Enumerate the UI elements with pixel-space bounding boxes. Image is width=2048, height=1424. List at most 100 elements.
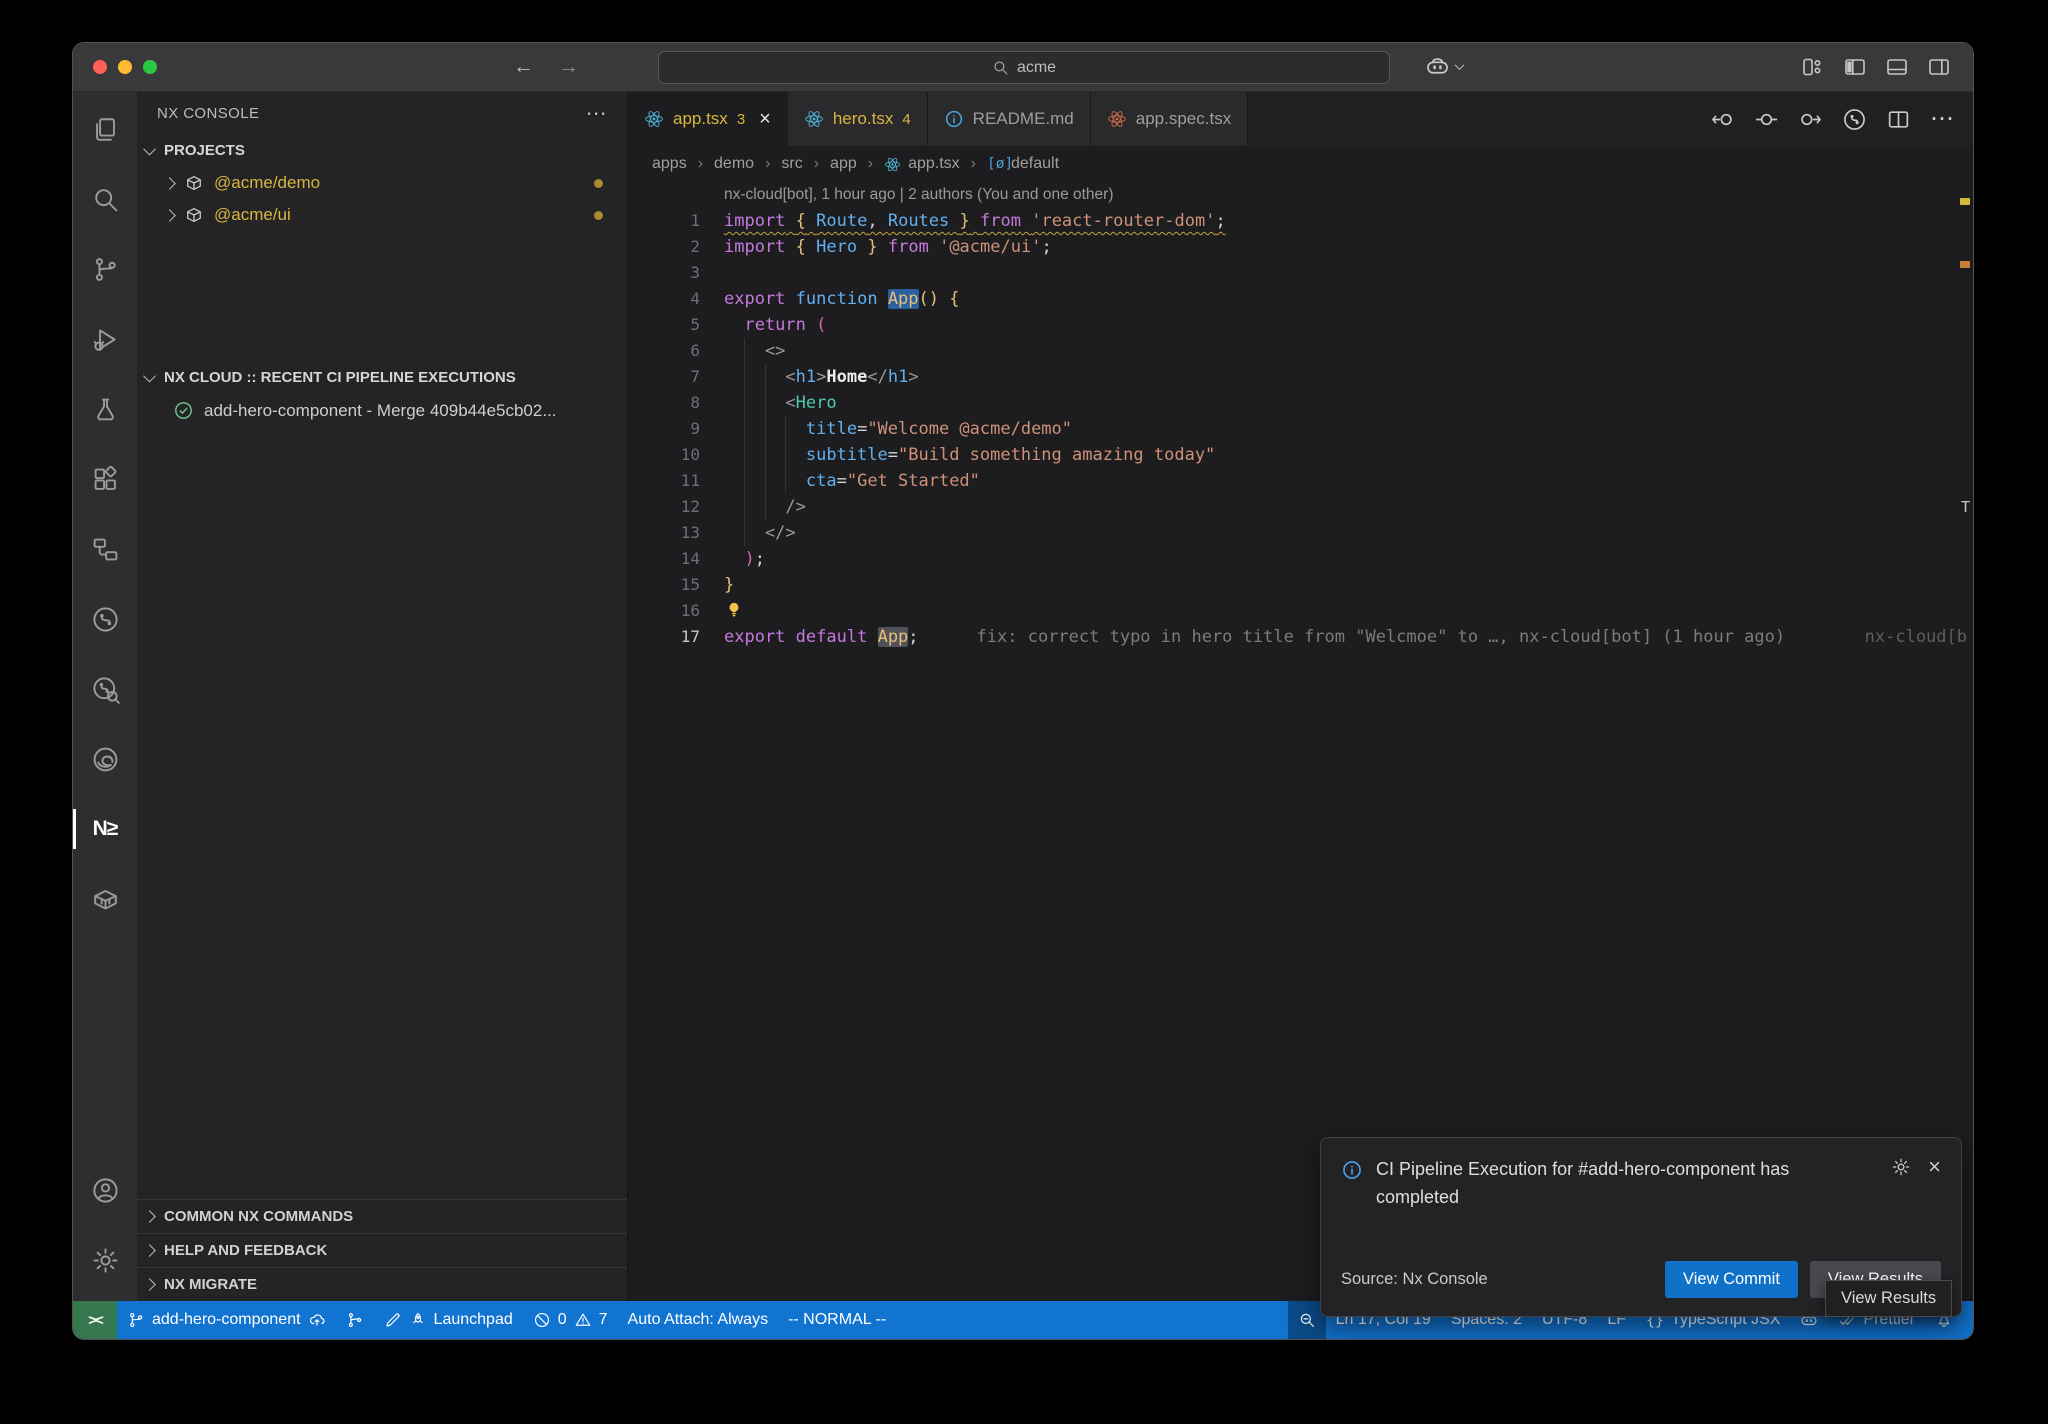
customize-layout-icon[interactable] (1801, 55, 1825, 79)
timeline-icon[interactable] (1842, 107, 1867, 132)
problems-item[interactable]: 0 7 (523, 1301, 618, 1339)
code-line-15[interactable]: 15} (628, 572, 1973, 598)
project-item-acme-ui[interactable]: @acme/ui (137, 199, 627, 231)
activity-item-explorer[interactable] (73, 94, 137, 164)
code-line-14[interactable]: 14); (628, 546, 1973, 572)
toggle-panel-icon[interactable] (1885, 55, 1909, 79)
pipeline-execution-item[interactable]: add-hero-component - Merge 409b44e5cb02.… (137, 394, 627, 427)
activity-item-testing[interactable] (73, 374, 137, 444)
section-common-nx-commands[interactable]: COMMON NX COMMANDS (137, 1199, 627, 1233)
activity-item-accounts[interactable] (73, 1155, 137, 1225)
section-help-and-feedback[interactable]: HELP AND FEEDBACK (137, 1233, 627, 1267)
git-branch-icon (127, 1311, 145, 1329)
nav-position-icon[interactable] (1754, 107, 1779, 132)
copilot-menu[interactable] (1425, 54, 1463, 79)
code-line-3[interactable]: 3 (628, 260, 1973, 286)
toggle-secondary-sidebar-icon[interactable] (1927, 55, 1951, 79)
remote-indicator[interactable]: >< (73, 1301, 117, 1339)
tab-hero-tsx[interactable]: hero.tsx 4 (788, 92, 928, 146)
react-icon (804, 109, 824, 129)
activity-item-references[interactable] (73, 514, 137, 584)
activity-item-source-control[interactable] (73, 234, 137, 304)
breadcrumb-item-src[interactable]: src (781, 155, 802, 173)
nav-forward-icon[interactable] (1798, 107, 1823, 132)
more-actions-icon[interactable]: ⋯ (586, 101, 607, 126)
code-line-16[interactable]: 16 (628, 598, 1973, 624)
breadcrumb-item-demo[interactable]: demo (714, 155, 754, 173)
vim-mode-item[interactable]: -- NORMAL -- (778, 1301, 896, 1339)
close-window-button[interactable] (93, 60, 107, 74)
activity-item-search[interactable] (73, 164, 137, 234)
activity-item-git-graph[interactable] (73, 584, 137, 654)
workbench: N≥ NX CONSOLE ⋯ PROJECTS @acme/demo @acm… (73, 92, 1973, 1301)
section-projects[interactable]: PROJECTS (137, 134, 627, 167)
breadcrumb-item-app-tsx[interactable]: app.tsx (884, 155, 960, 173)
package-cube-icon (184, 205, 204, 225)
code-line-4[interactable]: 4export function App() { (628, 286, 1973, 312)
package-cube-icon (184, 173, 204, 193)
breadcrumb-item-apps[interactable]: apps (652, 155, 687, 173)
code-line-6[interactable]: 6<> (628, 338, 1973, 364)
pencil-icon (384, 1311, 402, 1329)
gear-icon[interactable] (1891, 1157, 1911, 1177)
tab-readme-md[interactable]: README.md (928, 92, 1091, 146)
breadcrumb-separator: › (698, 155, 703, 173)
history-forward-icon[interactable]: → (558, 55, 579, 79)
activity-item-containers[interactable] (73, 864, 137, 934)
code-line-7[interactable]: 7<h1>Home</h1> (628, 364, 1973, 390)
sidebar-bottom-sections: COMMON NX COMMANDS HELP AND FEEDBACK NX … (137, 1199, 627, 1301)
minimize-window-button[interactable] (118, 60, 132, 74)
tab-app-tsx[interactable]: app.tsx 3 × (628, 92, 788, 146)
git-graph-item[interactable] (336, 1301, 374, 1339)
breadcrumb-item-default[interactable]: [ø]default (987, 155, 1059, 173)
activity-item-extensions[interactable] (73, 444, 137, 514)
activity-item-run-and-debug[interactable] (73, 304, 137, 374)
auto-attach-item[interactable]: Auto Attach: Always (618, 1301, 779, 1339)
code-line-2[interactable]: 2import { Hero } from '@acme/ui'; (628, 234, 1973, 260)
git-branch-item[interactable]: add-hero-component (117, 1301, 336, 1339)
close-icon[interactable]: × (759, 109, 771, 129)
notification-source: Source: Nx Console (1341, 1270, 1488, 1289)
activity-item-nx-console[interactable]: N≥ (73, 794, 137, 864)
section-nx-migrate[interactable]: NX MIGRATE (137, 1267, 627, 1301)
history-back-icon[interactable]: ← (513, 55, 534, 79)
activity-item-gitlens[interactable] (73, 654, 137, 724)
code-line-9[interactable]: 9title="Welcome @acme/demo" (628, 416, 1973, 442)
code-editor[interactable]: nx-cloud[bot], 1 hour ago | 2 authors (Y… (628, 182, 1973, 1301)
code-line-1[interactable]: 1import { Route, Routes } from 'react-ro… (628, 208, 1973, 234)
command-center-search[interactable]: acme (658, 51, 1390, 84)
code-line-17[interactable]: 17export default App;fix: correct typo i… (628, 624, 1973, 650)
activity-bar-bottom (73, 1155, 137, 1301)
activity-item-settings-gear[interactable] (73, 1225, 137, 1295)
code-line-10[interactable]: 10subtitle="Build something amazing toda… (628, 442, 1973, 468)
symbol-default-icon: [ø] (987, 156, 1004, 173)
desktop: { "colors": { "status_bar_blue": "#1274d… (0, 0, 2048, 1424)
project-status-dot (594, 211, 603, 220)
code-line-8[interactable]: 8<Hero (628, 390, 1973, 416)
view-commit-button[interactable]: View Commit (1665, 1261, 1798, 1298)
cloud-upload-icon (308, 1311, 326, 1329)
maximize-window-button[interactable] (143, 60, 157, 74)
split-editor-icon[interactable] (1886, 107, 1911, 132)
code-line-13[interactable]: 13</> (628, 520, 1973, 546)
lightbulb-icon[interactable] (724, 600, 744, 620)
blame-edge-text: nx-cloud[b (1865, 624, 1967, 650)
activity-item-edge-browser[interactable] (73, 724, 137, 794)
breadcrumb-item-app[interactable]: app (830, 155, 857, 173)
code-line-5[interactable]: 5return ( (628, 312, 1973, 338)
code-line-11[interactable]: 11cta="Get Started" (628, 468, 1973, 494)
notification-message: CI Pipeline Execution for #add-hero-comp… (1376, 1156, 1846, 1212)
tab-app-spec-tsx[interactable]: app.spec.tsx (1091, 92, 1248, 146)
launchpad-item[interactable]: Launchpad (374, 1301, 523, 1339)
chevron-down-icon (1455, 60, 1465, 70)
nav-back-icon[interactable] (1710, 107, 1735, 132)
info-icon (944, 109, 964, 129)
remote-icon: >< (88, 1312, 102, 1329)
project-item-acme-demo[interactable]: @acme/demo (137, 167, 627, 199)
more-actions-icon[interactable]: ⋯ (1930, 107, 1955, 132)
close-icon[interactable]: × (1928, 1156, 1941, 1178)
search-value: acme (1017, 59, 1056, 77)
section-nx-cloud[interactable]: NX CLOUD :: RECENT CI PIPELINE EXECUTION… (137, 361, 627, 394)
toggle-primary-sidebar-icon[interactable] (1843, 55, 1867, 79)
code-line-12[interactable]: 12/> (628, 494, 1973, 520)
